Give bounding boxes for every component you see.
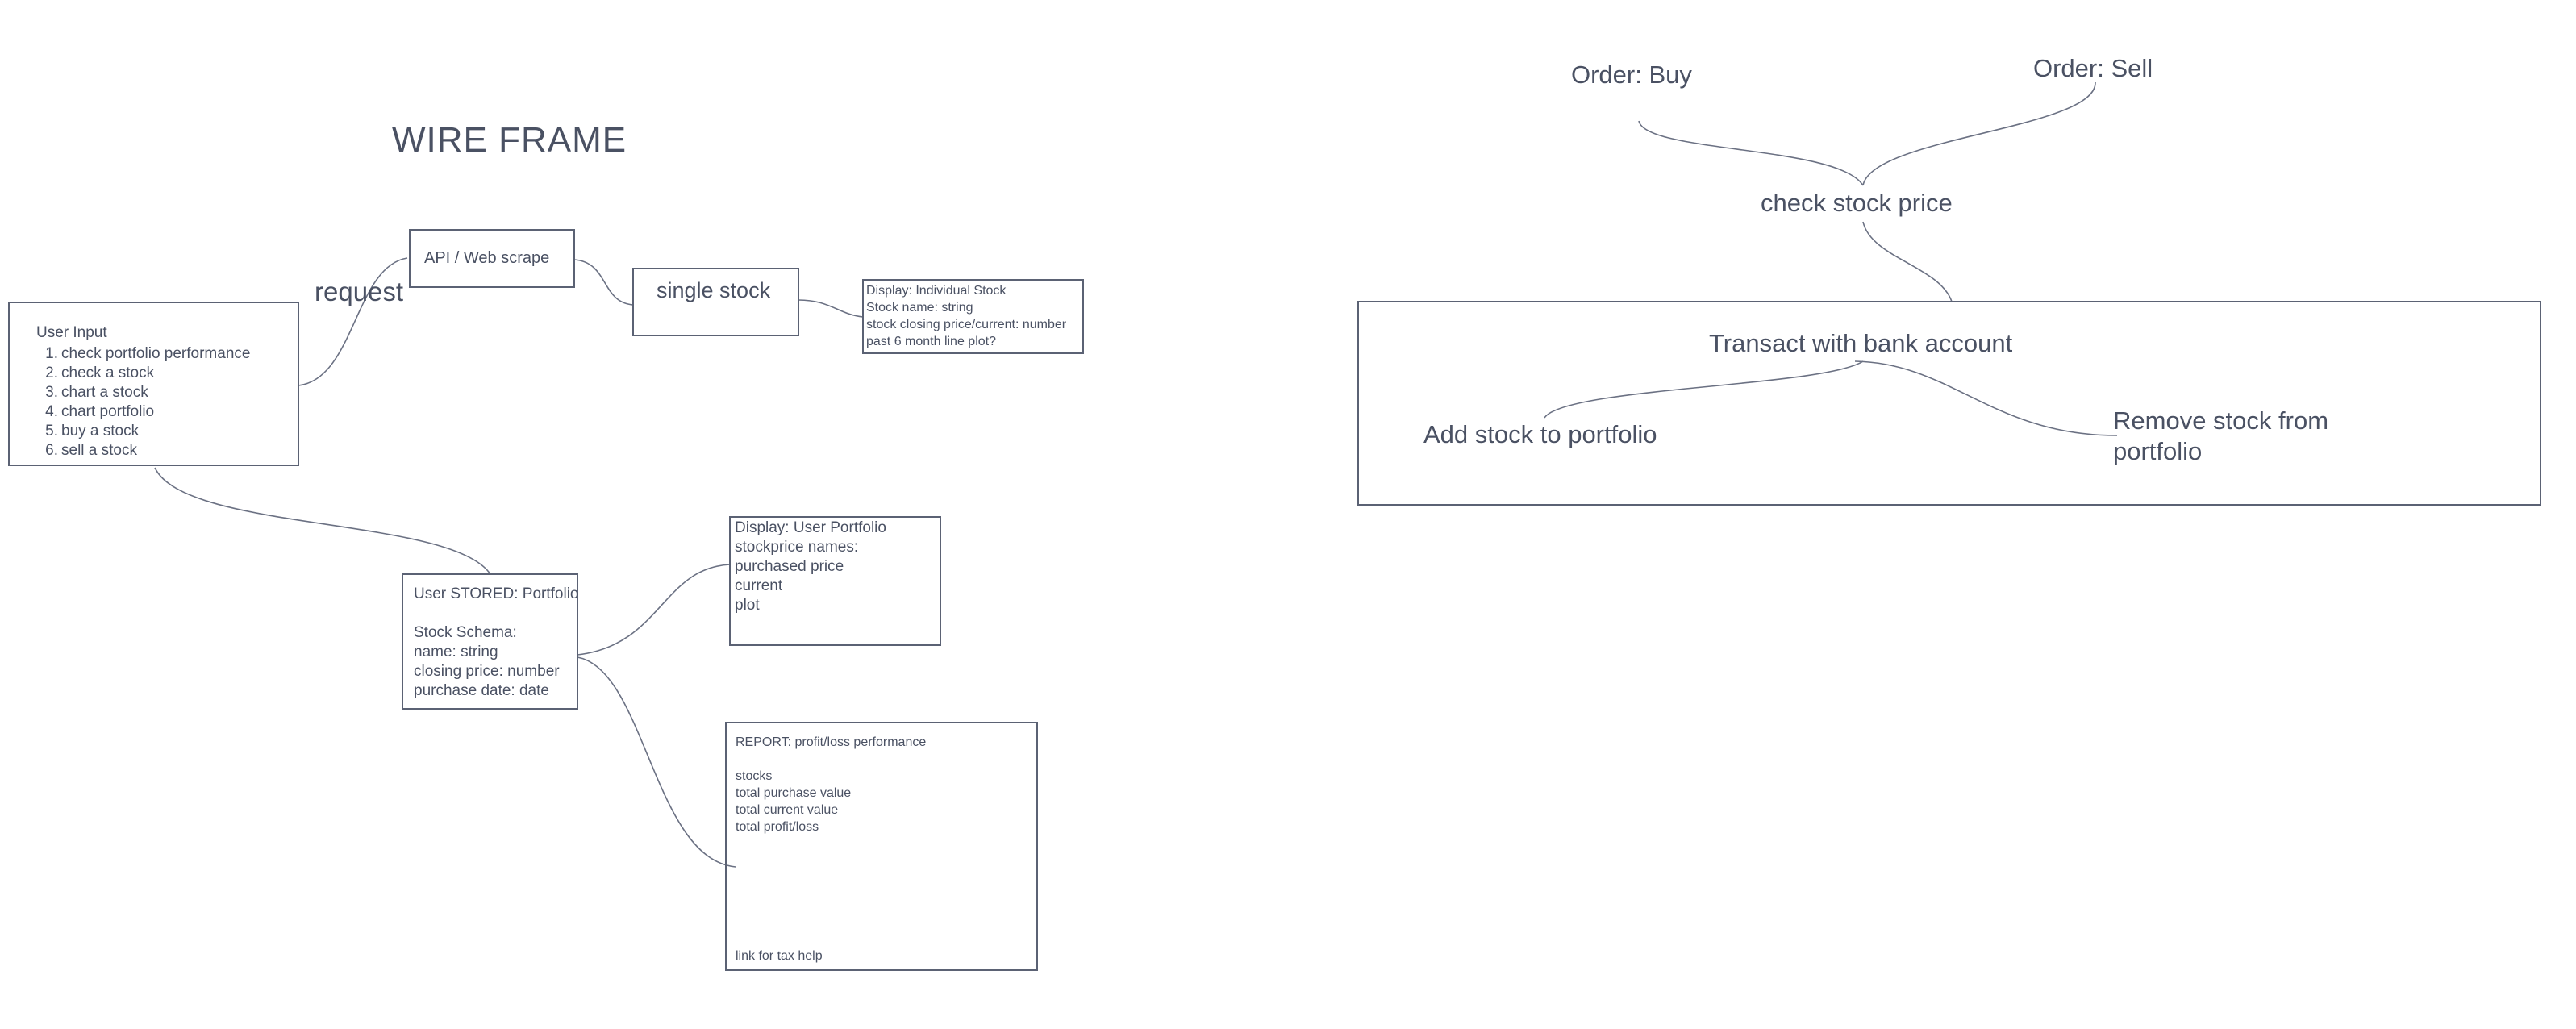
report-line: total profit/loss bbox=[736, 820, 819, 834]
display-individual-stock-box: Display: Individual Stock Stock name: st… bbox=[862, 279, 1084, 354]
display-portfolio-line: purchased price bbox=[735, 558, 844, 575]
connector-single-stock-to-display bbox=[798, 299, 864, 318]
user-input-title: User Input bbox=[36, 324, 107, 341]
tax-help-link[interactable]: link for tax help bbox=[736, 948, 823, 964]
connector-buy-to-check-price bbox=[1638, 120, 1864, 186]
connector-check-price-to-transact bbox=[1862, 221, 1953, 302]
order-buy-label: Order: Buy bbox=[1571, 60, 1692, 89]
connector-stored-to-report bbox=[577, 656, 736, 868]
user-stored-line: purchase date: date bbox=[414, 682, 549, 699]
display-individual-line: past 6 month line plot? bbox=[866, 335, 996, 348]
report-line bbox=[736, 751, 926, 768]
report-profit-loss-box: REPORT: profit/loss performance stocks t… bbox=[725, 722, 1038, 971]
user-stored-portfolio-box: User STORED: Portfolio Stock Schema: nam… bbox=[402, 573, 578, 710]
list-item: 1. check portfolio performance bbox=[45, 345, 251, 362]
report-line: total current value bbox=[736, 803, 839, 817]
api-web-scrape-label: API / Web scrape bbox=[424, 249, 550, 267]
transact-bank-account-box: Transact with bank account Add stock to … bbox=[1357, 301, 2541, 506]
connector-api-to-single-stock bbox=[573, 259, 634, 306]
user-stored-portfolio-text: User STORED: Portfolio Stock Schema: nam… bbox=[414, 585, 578, 701]
report-line: REPORT: profit/loss performance bbox=[736, 735, 927, 749]
user-stored-line: User STORED: Portfolio bbox=[414, 585, 579, 602]
remove-stock-line: portfolio bbox=[2113, 437, 2203, 465]
connector-lines bbox=[154, 81, 2118, 868]
display-user-portfolio-box: Display: User Portfolio stockprice names… bbox=[729, 516, 941, 646]
request-label: request bbox=[315, 277, 404, 306]
page-title: WIRE FRAME bbox=[392, 120, 627, 160]
report-line: total purchase value bbox=[736, 786, 852, 800]
user-input-box: User Input 1. check portfolio performance… bbox=[8, 302, 299, 466]
single-stock-box: single stock bbox=[632, 268, 799, 336]
report-line: stocks bbox=[736, 769, 773, 783]
display-portfolio-line: plot bbox=[735, 597, 760, 614]
user-input-list: 1. check portfolio performance 2. check a … bbox=[37, 344, 250, 460]
check-stock-price-label: check stock price bbox=[1761, 189, 1953, 217]
connector-sell-to-check-price bbox=[1862, 81, 2096, 186]
user-stored-line: name: string bbox=[414, 644, 498, 660]
display-individual-stock-text: Display: Individual Stock Stock name: st… bbox=[866, 282, 1066, 350]
display-individual-line: Display: Individual Stock bbox=[866, 284, 1007, 298]
display-portfolio-line: current bbox=[735, 577, 783, 594]
user-stored-line: Stock Schema: bbox=[414, 624, 517, 641]
user-stored-line: closing price: number bbox=[414, 663, 560, 680]
display-individual-line: stock closing price/current: number bbox=[866, 318, 1067, 331]
list-item: 3. chart a stock bbox=[45, 384, 148, 401]
single-stock-label: single stock bbox=[657, 278, 771, 302]
list-item: 6. sell a stock bbox=[45, 442, 137, 459]
display-user-portfolio-text: Display: User Portfolio stockprice names… bbox=[735, 519, 886, 615]
list-item: 2. check a stock bbox=[45, 365, 155, 381]
user-stored-line bbox=[414, 604, 578, 623]
order-sell-label: Order: Sell bbox=[2033, 54, 2153, 82]
display-individual-line: Stock name: string bbox=[866, 301, 973, 315]
remove-stock-from-portfolio-label: Remove stock from portfolio bbox=[2113, 406, 2328, 467]
api-web-scrape-box: API / Web scrape bbox=[409, 229, 575, 288]
transact-bank-account-label: Transact with bank account bbox=[1709, 329, 2013, 357]
remove-stock-line: Remove stock from bbox=[2113, 406, 2329, 435]
display-portfolio-line: Display: User Portfolio bbox=[735, 519, 886, 536]
list-item: 5. buy a stock bbox=[45, 423, 140, 440]
connector-user-input-to-stored bbox=[154, 467, 491, 575]
connector-stored-to-portfolio-display bbox=[577, 564, 731, 656]
report-text: REPORT: profit/loss performance stocks t… bbox=[736, 734, 926, 835]
display-portfolio-line: stockprice names: bbox=[735, 539, 859, 556]
list-item: 4. chart portfolio bbox=[45, 403, 155, 420]
add-stock-to-portfolio-label: Add stock to portfolio bbox=[1423, 420, 1657, 448]
